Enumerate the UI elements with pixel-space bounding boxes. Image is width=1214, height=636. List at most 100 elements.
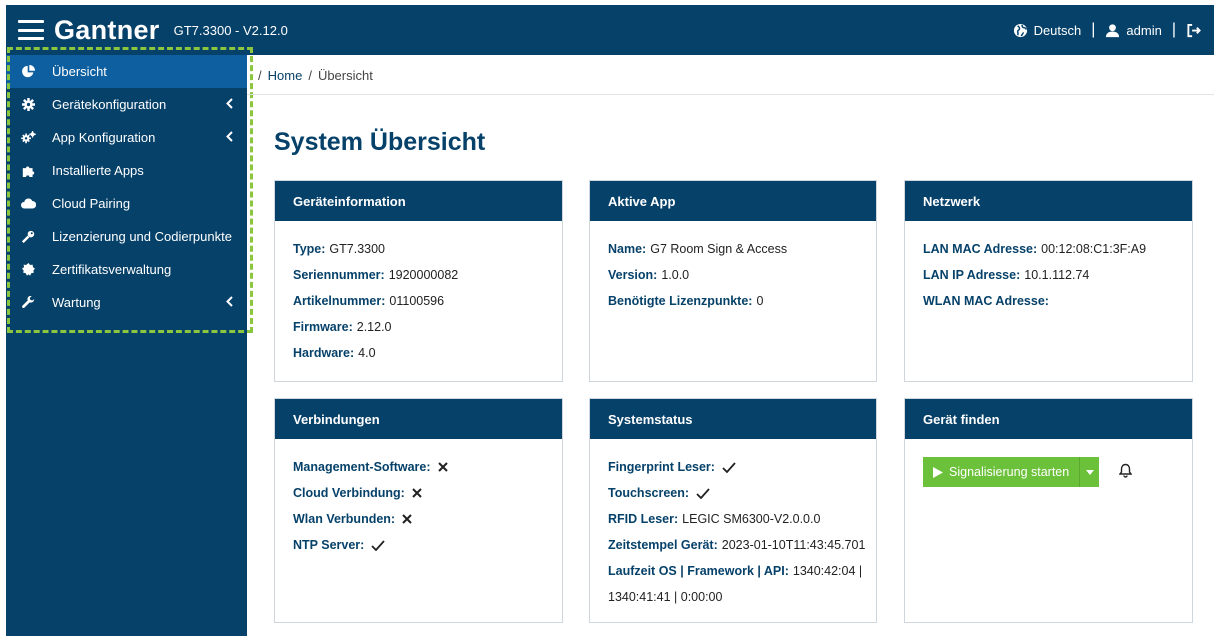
- sidebar-item-label: Übersicht: [52, 64, 107, 79]
- card-title: Geräteinformation: [275, 181, 562, 221]
- info-key: Fingerprint Leser:: [608, 460, 715, 474]
- sidebar-item-label: Zertifikatsverwaltung: [52, 262, 172, 277]
- language-selector[interactable]: Deutsch: [1013, 22, 1082, 38]
- info-value: 00:12:08:C1:3F:A9: [1041, 242, 1147, 256]
- info-key: Cloud Verbindung:: [293, 486, 405, 500]
- info-row-version: Version: 1.0.0: [608, 262, 858, 288]
- sidebar-item-cloud-pairing[interactable]: Cloud Pairing: [6, 187, 247, 220]
- info-key: Version:: [608, 268, 658, 282]
- breadcrumb-separator: /: [308, 68, 312, 83]
- info-key: Name:: [608, 242, 647, 256]
- chevron-left-icon: [226, 296, 233, 307]
- info-value: 1340:42:04 |: [792, 564, 863, 578]
- info-value: 2.12.0: [356, 320, 392, 334]
- info-value: 01100596: [389, 294, 445, 308]
- sidebar-item-app-konfiguration[interactable]: App Konfiguration: [6, 121, 247, 154]
- signal-dropdown-toggle[interactable]: [1079, 457, 1099, 487]
- wrench-icon: [20, 295, 36, 311]
- page-title: System Übersicht: [274, 128, 486, 156]
- info-key: LAN MAC Adresse:: [923, 242, 1038, 256]
- info-row-type: Type: GT7.3300: [293, 236, 544, 262]
- globe-icon: [1013, 23, 1027, 37]
- play-icon: [933, 466, 943, 478]
- breadcrumb-current: Übersicht: [317, 68, 373, 83]
- info-value: 10.1.112.74: [1024, 268, 1090, 282]
- connections-card: Verbindungen Management-Software: Cloud …: [274, 398, 563, 623]
- info-key: Type:: [293, 242, 326, 256]
- info-value: G7 Room Sign & Access: [650, 242, 788, 256]
- signal-start-button[interactable]: Signalisierung starten: [923, 457, 1100, 487]
- info-value: 4.0: [358, 346, 376, 360]
- info-value: 1340:41:41 | 0:00:00: [608, 590, 723, 604]
- sidebar-item-label: Gerätekonfiguration: [52, 97, 167, 112]
- info-row-lan-ip: LAN IP Adresse: 10.1.112.74: [923, 262, 1174, 288]
- pie-chart-icon: [20, 64, 36, 80]
- logout-icon: [1187, 23, 1201, 37]
- breadcrumb-home[interactable]: Home: [268, 68, 303, 83]
- cross-icon: [402, 514, 412, 524]
- top-navbar: Gantner GT7.3300 - V2.12.0 Deutsch | adm…: [6, 5, 1214, 55]
- info-row-wlan-mac: WLAN MAC Adresse:: [923, 288, 1174, 314]
- info-row-firmware: Firmware: 2.12.0: [293, 314, 544, 340]
- status-row-uptime: Laufzeit OS | Framework | API: 1340:42:04…: [608, 558, 862, 584]
- sidebar-item-uebersicht[interactable]: Übersicht: [6, 55, 247, 88]
- info-row-name: Name: G7 Room Sign & Access: [608, 236, 858, 262]
- info-value: 1920000082: [388, 268, 459, 282]
- sidebar-item-installierte-apps[interactable]: Installierte Apps: [6, 154, 247, 187]
- info-key: WLAN MAC Adresse:: [923, 294, 1049, 308]
- status-row-uptime-cont: 1340:41:41 | 0:00:00: [608, 584, 858, 610]
- user-icon: [1106, 23, 1120, 37]
- info-value: 0: [756, 294, 764, 308]
- info-value: 2023-01-10T11:43:45.701: [721, 538, 866, 552]
- info-value: 1.0.0: [661, 268, 690, 282]
- language-label: Deutsch: [1033, 22, 1082, 38]
- info-key: NTP Server:: [293, 538, 365, 552]
- sidebar: Übersicht Gerätekonfiguration App Konfig…: [6, 55, 247, 636]
- card-title: Verbindungen: [275, 399, 562, 439]
- sidebar-item-label: App Konfiguration: [52, 130, 156, 145]
- system-status-card: Systemstatus Fingerprint Leser: Touchscr…: [589, 398, 877, 623]
- caret-down-icon: [1085, 469, 1094, 475]
- menu-icon[interactable]: [18, 20, 44, 40]
- info-key: Artikelnummer:: [293, 294, 386, 308]
- info-row-lan-mac: LAN MAC Adresse: 00:12:08:C1:3F:A9: [923, 236, 1174, 262]
- info-key: LAN IP Adresse:: [923, 268, 1021, 282]
- sidebar-item-lizenzierung[interactable]: Lizenzierung und Codierpunkte: [6, 220, 247, 253]
- signal-start-main[interactable]: Signalisierung starten: [923, 457, 1079, 487]
- info-row-license-points: Benötigte Lizenzpunkte: 0: [608, 288, 858, 314]
- info-value: LEGIC SM6300-V2.0.0.0: [682, 512, 821, 526]
- gears-icon: [20, 130, 36, 146]
- status-row-touchscreen: Touchscreen:: [608, 480, 858, 506]
- cross-icon: [412, 488, 422, 498]
- user-menu[interactable]: admin: [1105, 23, 1162, 38]
- status-row-timestamp: Zeitstempel Gerät: 2023-01-10T11:43:45.70…: [608, 532, 865, 558]
- cloud-icon: [20, 196, 36, 212]
- puzzle-icon: [20, 163, 36, 179]
- check-icon: [371, 539, 386, 551]
- bell-icon[interactable]: [1118, 463, 1132, 478]
- sidebar-item-wartung[interactable]: Wartung: [6, 286, 247, 319]
- info-key: Management-Software:: [293, 460, 431, 474]
- breadcrumb: / Home / Übersicht: [258, 68, 373, 83]
- gear-icon: [20, 97, 36, 113]
- find-device-card: Gerät finden Signalisierung starten: [904, 398, 1193, 623]
- info-key: Zeitstempel Gerät:: [608, 538, 718, 552]
- cross-icon: [437, 462, 448, 472]
- active-app-card: Aktive App Name: G7 Room Sign & Access Ve…: [589, 180, 877, 382]
- info-key: Touchscreen:: [608, 486, 690, 500]
- info-row-serial: Seriennummer: 1920000082: [293, 262, 544, 288]
- info-key: Firmware:: [293, 320, 353, 334]
- card-title: Gerät finden: [905, 399, 1192, 439]
- sidebar-item-geraetekonfiguration[interactable]: Gerätekonfiguration: [6, 88, 247, 121]
- logout-button[interactable]: [1186, 23, 1202, 38]
- check-icon: [722, 461, 736, 473]
- sidebar-item-zertifikatsverwaltung[interactable]: Zertifikatsverwaltung: [6, 253, 247, 286]
- breadcrumb-separator: /: [258, 68, 262, 83]
- sidebar-item-label: Lizenzierung und Codierpunkte: [52, 229, 232, 244]
- info-key: Wlan Verbunden:: [293, 512, 396, 526]
- divider: |: [1091, 21, 1096, 38]
- status-row-ntp: NTP Server:: [293, 532, 544, 558]
- info-key: Hardware:: [293, 346, 355, 360]
- sidebar-item-label: Cloud Pairing: [52, 196, 131, 211]
- divider: |: [1171, 21, 1176, 38]
